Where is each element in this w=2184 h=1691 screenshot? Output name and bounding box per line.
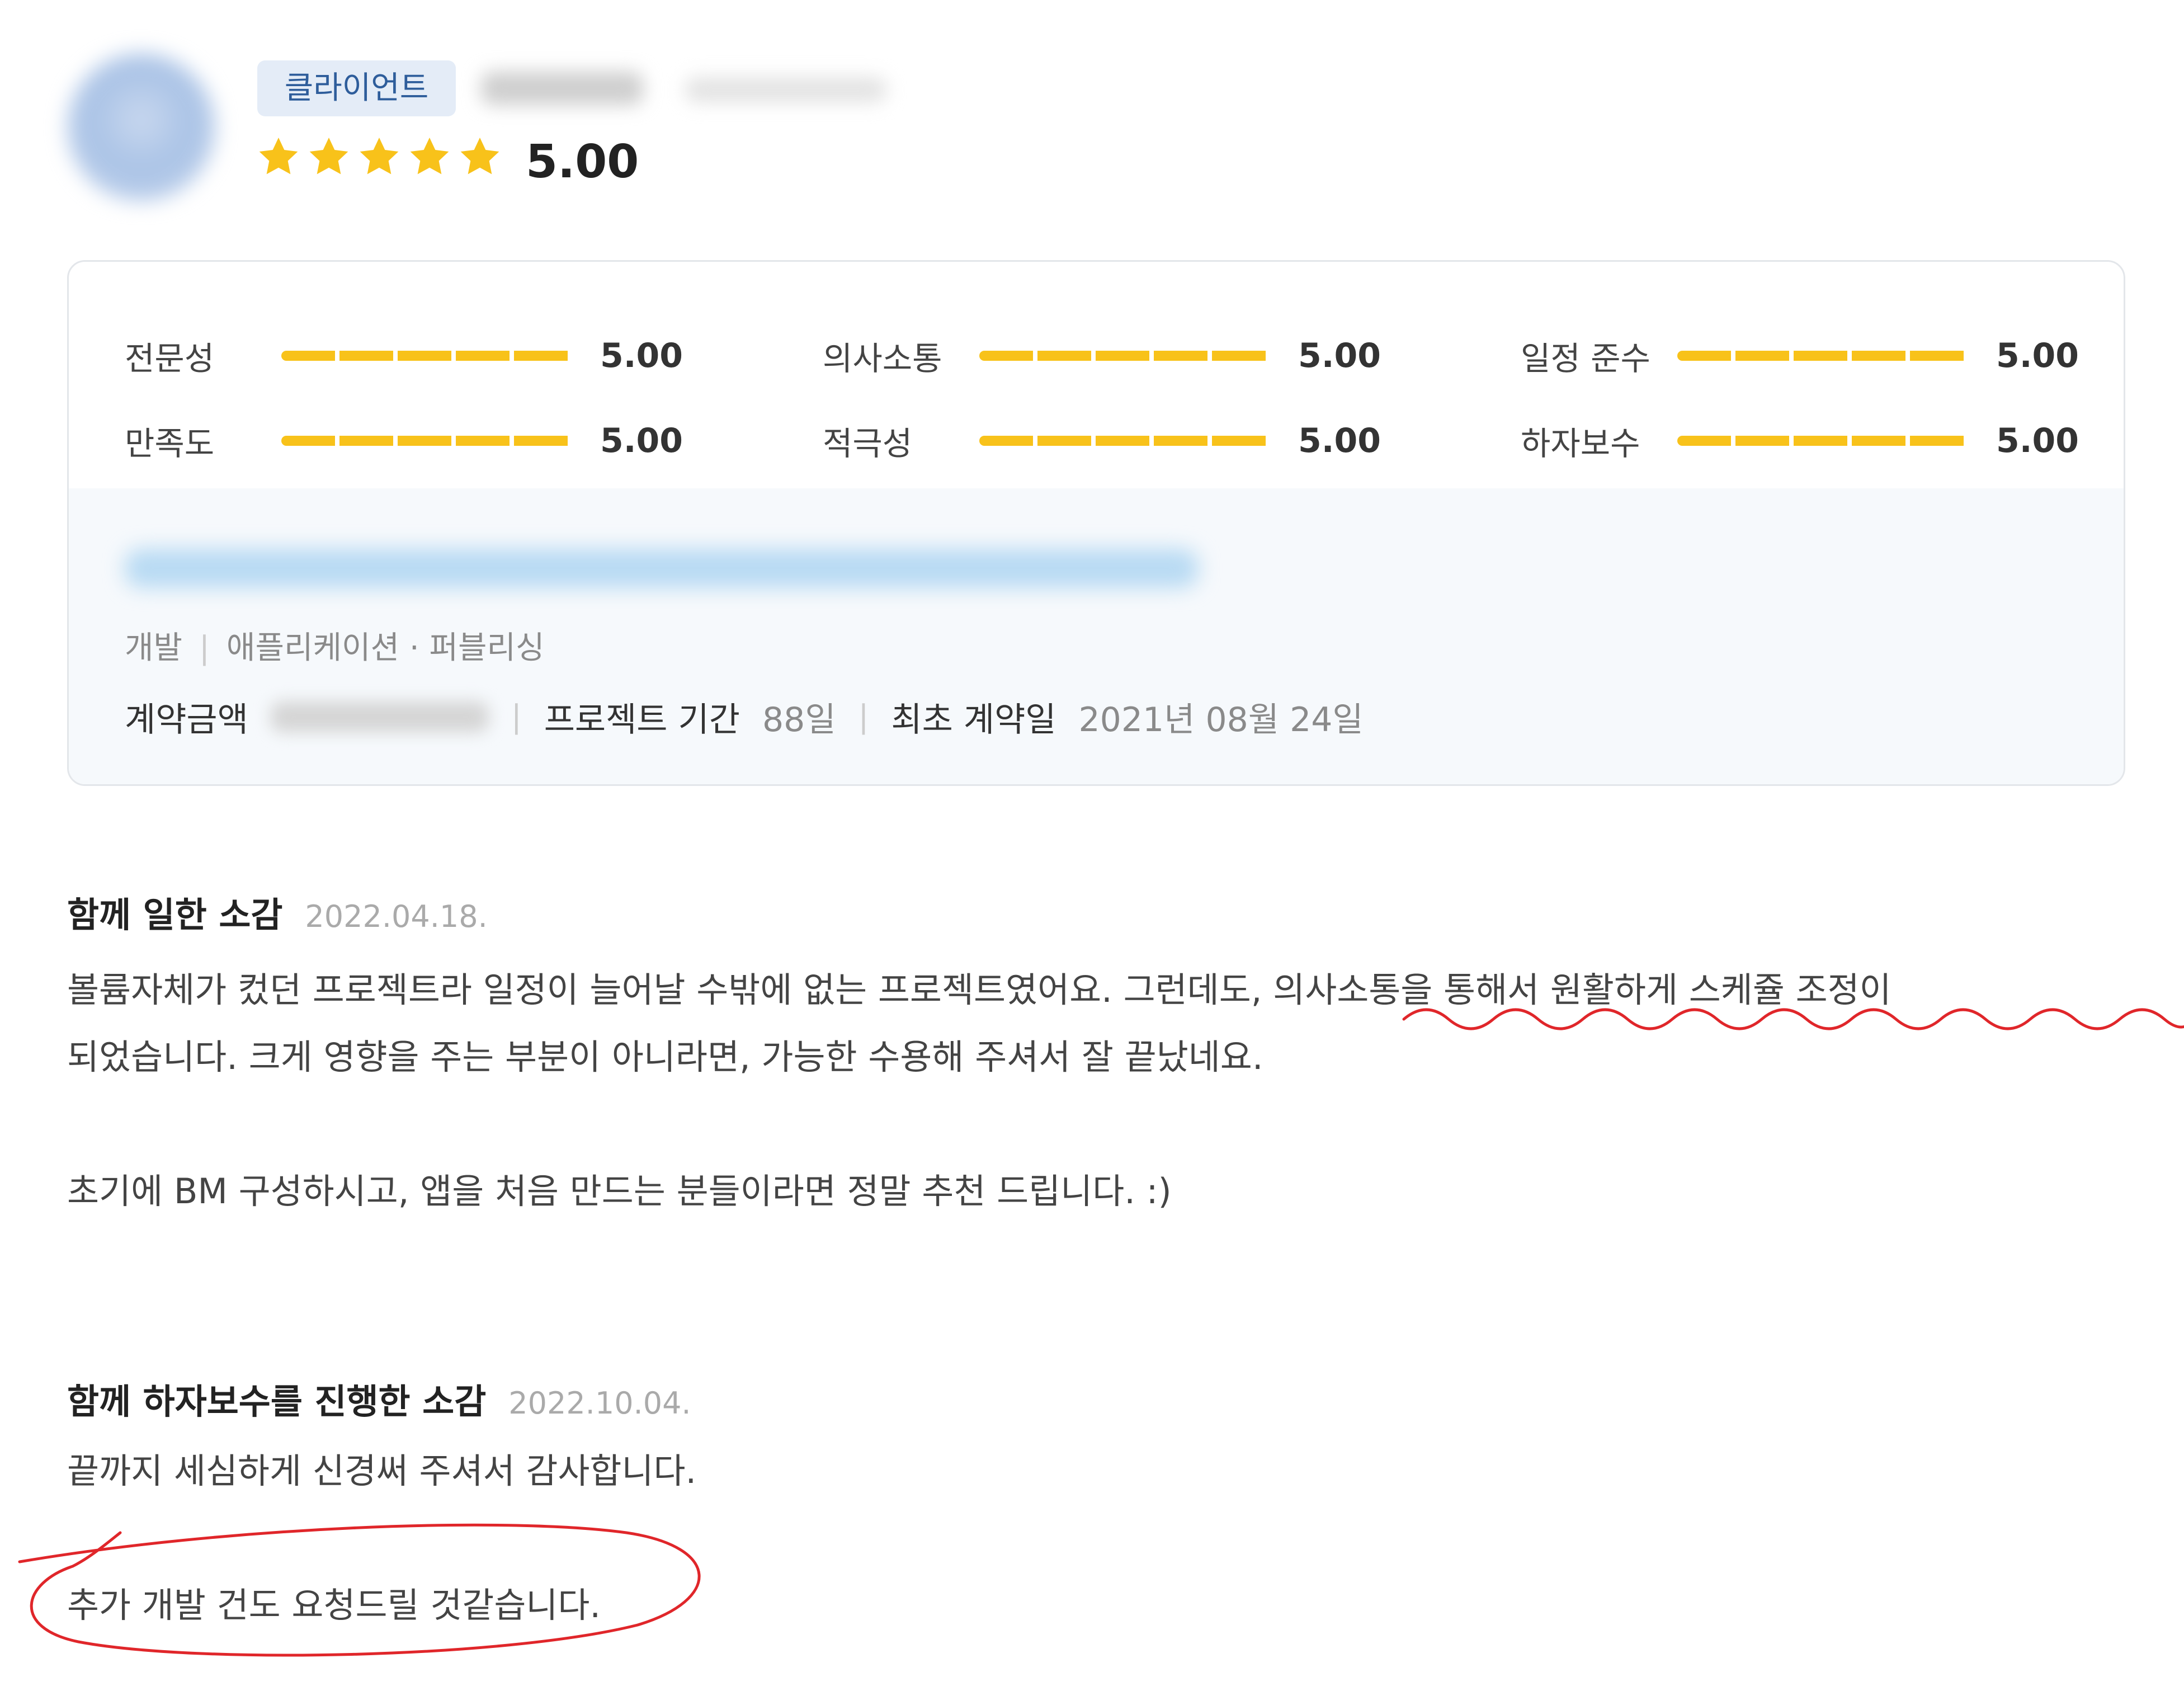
rating-maintenance: 하자보수 5.00 bbox=[1521, 418, 2079, 463]
review-heading: 함께 일한 소감 2022.04.18. bbox=[67, 887, 488, 937]
star-icon bbox=[460, 138, 499, 175]
rating-schedule: 일정 준수 5.00 bbox=[1521, 333, 2079, 378]
maintenance-date: 2022.10.04. bbox=[508, 1386, 691, 1421]
client-badge: 클라이언트 bbox=[257, 60, 456, 116]
star-icon bbox=[410, 138, 449, 175]
review-line-1: 볼륨자체가 컸던 프로젝트라 일정이 늘어날 수밖에 없는 프로젝트였어요. 그… bbox=[67, 969, 1891, 1010]
rating-label: 하자보수 bbox=[1521, 425, 1640, 463]
star-icon bbox=[360, 138, 399, 175]
maintenance-heading: 함께 하자보수를 진행한 소감 2022.10.04. bbox=[67, 1373, 691, 1424]
rating-label: 적극성 bbox=[823, 425, 913, 463]
project-title-redacted[interactable] bbox=[125, 549, 1199, 588]
rating-bar bbox=[979, 351, 1270, 361]
maintenance-line-1: 끝까지 세심하게 신경써 주셔서 감사합니다. bbox=[67, 1450, 697, 1491]
rating-satisfaction: 만족도 5.00 bbox=[125, 418, 683, 463]
maintenance-line-2: 추가 개발 건도 요청드릴 것같습니다. bbox=[67, 1585, 601, 1626]
rating-professionalism: 전문성 5.00 bbox=[125, 333, 683, 378]
divider: | bbox=[511, 699, 522, 735]
rating-value: 5.00 bbox=[1996, 421, 2079, 460]
rating-value: 5.00 bbox=[600, 421, 683, 460]
rating-bar bbox=[1677, 351, 1968, 361]
rating-bar bbox=[281, 436, 572, 446]
divider: | bbox=[199, 630, 210, 666]
rating-label: 만족도 bbox=[125, 425, 215, 463]
review-detail-card: 전문성 5.00 의사소통 5.00 일정 준수 5.00 만족도 5.00 적… bbox=[67, 260, 2125, 786]
rating-label: 전문성 bbox=[125, 340, 215, 378]
overall-rating-value: 5.00 bbox=[526, 135, 639, 189]
rating-label: 일정 준수 bbox=[1521, 340, 1650, 378]
review-line-2: 되었습니다. 크게 영향을 주는 부분이 아니라면, 가능한 수용해 주셔서 잘… bbox=[67, 1037, 1263, 1077]
divider: | bbox=[858, 699, 869, 735]
star-rating bbox=[256, 134, 502, 179]
category-label: 개발 bbox=[125, 630, 183, 666]
review-date: 2022.04.18. bbox=[305, 899, 488, 934]
rating-breakdown: 전문성 5.00 의사소통 5.00 일정 준수 5.00 만족도 5.00 적… bbox=[69, 262, 2124, 488]
subcategory-label: 애플리케이션 · 퍼블리싱 bbox=[226, 630, 545, 666]
rating-bar bbox=[979, 436, 1270, 446]
review-title: 함께 일한 소감 bbox=[67, 894, 283, 935]
reviewer-avatar bbox=[67, 53, 215, 201]
review-line-3: 초기에 BM 구성하시고, 앱을 처음 만드는 분들이라면 정말 추천 드립니다… bbox=[67, 1171, 1172, 1212]
project-category: 개발 | 애플리케이션 · 퍼블리싱 bbox=[125, 623, 545, 668]
maintenance-title: 함께 하자보수를 진행한 소감 bbox=[67, 1381, 487, 1422]
rating-value: 5.00 bbox=[1298, 421, 1381, 460]
reviewer-name-redacted bbox=[481, 72, 643, 105]
duration-value: 88일 bbox=[762, 700, 836, 739]
rating-bar bbox=[281, 351, 572, 361]
rating-value: 5.00 bbox=[600, 336, 683, 375]
rating-label: 의사소통 bbox=[823, 340, 942, 378]
rating-proactiveness: 적극성 5.00 bbox=[823, 418, 1381, 463]
duration-label: 프로젝트 기간 bbox=[544, 700, 740, 739]
rating-value: 5.00 bbox=[1996, 336, 2079, 375]
project-info: 개발 | 애플리케이션 · 퍼블리싱 계약금액 | 프로젝트 기간 88일 | 최초… bbox=[69, 488, 2124, 784]
project-meta: 계약금액 | 프로젝트 기간 88일 | 최초 계약일 2021년 08월 24… bbox=[125, 693, 1364, 741]
rating-bar bbox=[1677, 436, 1968, 446]
star-icon bbox=[309, 138, 348, 175]
contract-amount-label: 계약금액 bbox=[125, 700, 248, 739]
rating-communication: 의사소통 5.00 bbox=[823, 333, 1381, 378]
review-date-redacted bbox=[685, 77, 886, 102]
first-contract-value: 2021년 08월 24일 bbox=[1078, 700, 1364, 739]
star-icon bbox=[259, 138, 298, 175]
rating-value: 5.00 bbox=[1298, 336, 1381, 375]
first-contract-label: 최초 계약일 bbox=[891, 700, 1056, 739]
contract-amount-redacted bbox=[270, 701, 489, 732]
